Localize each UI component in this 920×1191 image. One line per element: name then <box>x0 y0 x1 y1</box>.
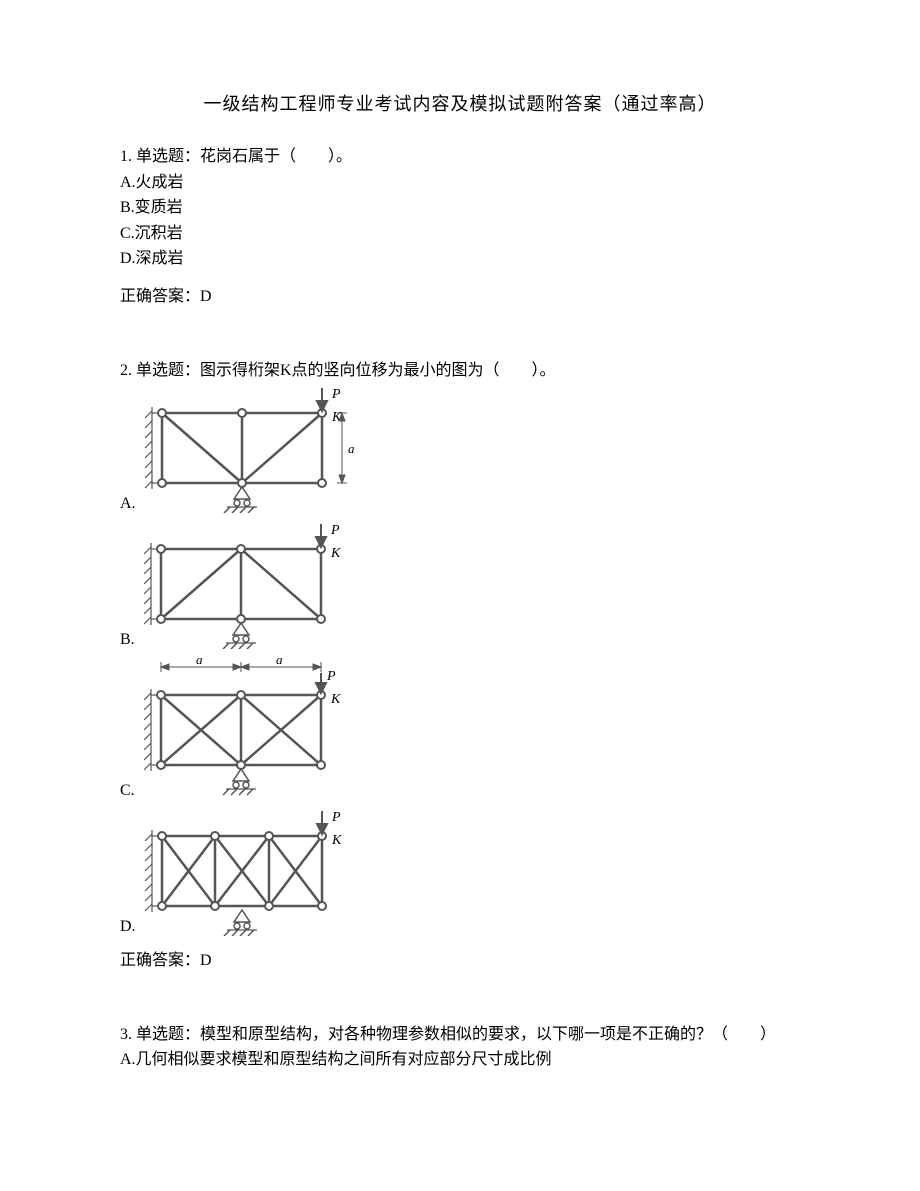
q2-option-a: A. <box>120 383 800 513</box>
k-label: K <box>331 833 342 848</box>
question-2: 2. 单选题：图示得桁架K点的竖向位移为最小的图为（ ）。 A. <box>120 358 800 974</box>
q2-diagram-d: P K <box>142 806 352 936</box>
q2-stem: 2. 单选题：图示得桁架K点的竖向位移为最小的图为（ ）。 <box>120 358 800 384</box>
a-label: a <box>348 441 355 456</box>
q2-b-label: B. <box>120 631 135 649</box>
q1-option-a: A.火成岩 <box>120 170 800 196</box>
q1-answer: 正确答案：D <box>120 284 800 310</box>
question-3: 3. 单选题：模型和原型结构，对各种物理参数相似的要求，以下哪一项是不正确的？（… <box>120 1022 800 1073</box>
q2-a-label: A. <box>120 495 136 513</box>
q2-option-d: D. <box>120 806 800 936</box>
q1-option-b: B.变质岩 <box>120 195 800 221</box>
p-label: P <box>326 669 336 684</box>
q2-c-label: C. <box>120 782 135 800</box>
q2-diagram-a: P K a <box>142 383 372 513</box>
q3-option-a: A.几何相似要求模型和原型结构之间所有对应部分尺寸成比例 <box>120 1047 800 1073</box>
page-title: 一级结构工程师专业考试内容及模拟试题附答案（通过率高） <box>120 90 800 116</box>
q1-stem: 1. 单选题：花岗石属于（ ）。 <box>120 144 800 170</box>
p-label: P <box>330 523 340 538</box>
q1-option-d: D.深成岩 <box>120 246 800 272</box>
a-label-1: a <box>196 655 203 667</box>
a-label-2: a <box>276 655 283 667</box>
k-label: K <box>330 692 341 707</box>
q2-answer: 正确答案：D <box>120 948 800 974</box>
question-1: 1. 单选题：花岗石属于（ ）。 A.火成岩 B.变质岩 C.沉积岩 D.深成岩… <box>120 144 800 310</box>
p-label: P <box>331 387 341 402</box>
q1-option-c: C.沉积岩 <box>120 221 800 247</box>
q2-d-label: D. <box>120 918 136 936</box>
k-label: K <box>330 546 341 561</box>
q2-diagram-b: P K <box>141 519 351 649</box>
p-label: P <box>331 810 341 825</box>
q2-diagram-c: a a <box>141 655 351 800</box>
q3-stem: 3. 单选题：模型和原型结构，对各种物理参数相似的要求，以下哪一项是不正确的？（… <box>120 1022 800 1048</box>
q2-option-b: B. <box>120 519 800 649</box>
q2-option-c: C. a a <box>120 655 800 800</box>
